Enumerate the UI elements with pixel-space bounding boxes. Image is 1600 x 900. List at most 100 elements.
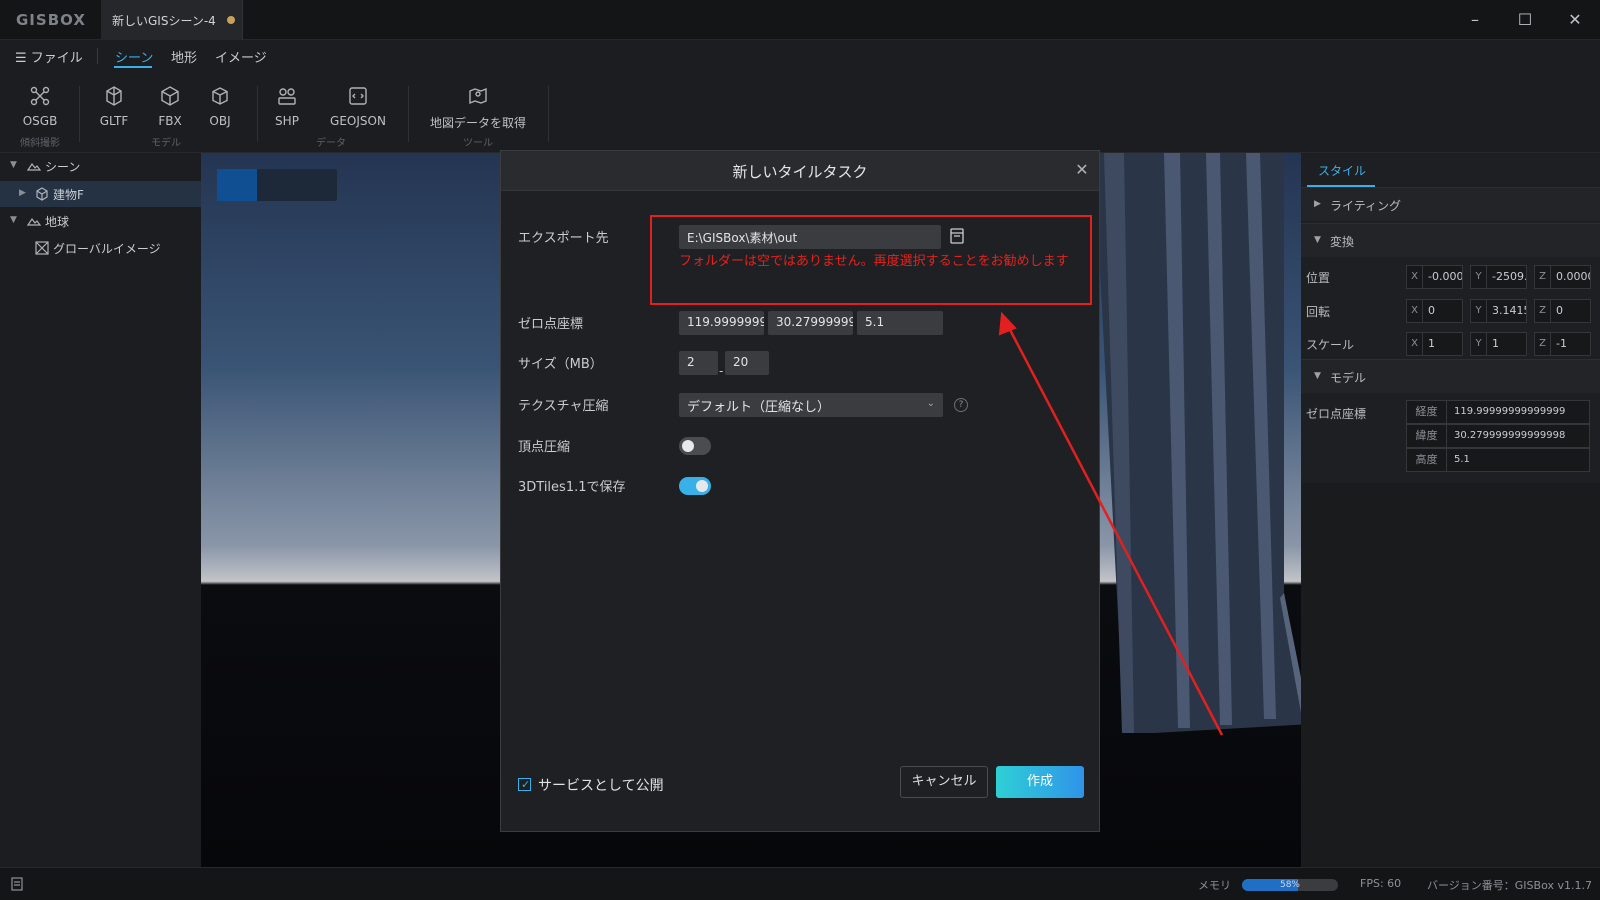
section-lighting[interactable]: ▶ ライティング bbox=[1301, 187, 1600, 221]
expand-arrow-icon[interactable]: ▼ bbox=[10, 215, 18, 225]
menu-image[interactable]: イメージ bbox=[215, 47, 267, 66]
menu-bar: ☰ ファイル シーン 地形 イメージ bbox=[0, 40, 1600, 70]
position-y-input[interactable]: Y -2509. bbox=[1470, 265, 1527, 289]
longitude-input[interactable]: 経度 119.99999999999999 bbox=[1406, 400, 1590, 424]
fbx-label: FBX bbox=[158, 114, 182, 128]
y-axis-label: Y bbox=[1471, 266, 1487, 288]
longitude-value: 119.99999999999999 bbox=[1454, 406, 1566, 417]
app-window: GISBOX 新しいGISシーン-4 – ☐ ✕ ☰ ファイル シーン 地形 イ… bbox=[0, 0, 1600, 900]
tree-item-global-image[interactable]: グローバルイメージ bbox=[0, 235, 201, 261]
expand-arrow-icon[interactable]: ▼ bbox=[10, 160, 18, 170]
scale-row: スケール X1 Y1 Z -1 bbox=[1301, 329, 1600, 359]
texture-compression-select[interactable]: デフォルト（圧縮なし） ⌄ bbox=[679, 393, 943, 417]
dialog-close-icon[interactable]: ✕ bbox=[1073, 161, 1091, 179]
scale-z-input[interactable]: Z -1 bbox=[1534, 332, 1591, 356]
expand-arrow-icon: ▼ bbox=[1314, 235, 1321, 245]
zero-point-x-input[interactable]: 119.99999999 bbox=[679, 311, 764, 335]
rotation-z-input[interactable]: Z0 bbox=[1534, 299, 1591, 323]
osgb-button[interactable]: OSGB bbox=[22, 84, 58, 128]
zero-point-y-input[interactable]: 30.27999999 bbox=[768, 311, 853, 335]
y-axis-label: Y bbox=[1471, 333, 1487, 355]
tree-item-building[interactable]: ▶ 建物F bbox=[0, 181, 201, 207]
size-label: サイズ（MB） bbox=[518, 357, 603, 372]
vertex-compression-toggle[interactable] bbox=[679, 437, 711, 455]
create-button[interactable]: 作成 bbox=[996, 766, 1084, 798]
section-model[interactable]: ▼ モデル bbox=[1301, 359, 1600, 393]
scale-x-input[interactable]: X1 bbox=[1406, 332, 1463, 356]
maximize-icon[interactable]: ☐ bbox=[1515, 10, 1535, 30]
position-z-input[interactable]: Z 0.0000 bbox=[1534, 265, 1591, 289]
publish-service-checkbox[interactable]: ✓ bbox=[518, 778, 531, 791]
menu-scene[interactable]: シーン bbox=[115, 47, 153, 66]
rotation-x-input[interactable]: X0 bbox=[1406, 299, 1463, 323]
section-transform-label: 変換 bbox=[1330, 235, 1355, 249]
collapse-arrow-icon: ▶ bbox=[1314, 199, 1321, 209]
x-axis-label: X bbox=[1407, 266, 1423, 288]
expand-arrow-icon: ▼ bbox=[1314, 371, 1321, 381]
toolbar-separator bbox=[79, 86, 80, 142]
gltf-button[interactable]: GLTF bbox=[96, 84, 132, 128]
longitude-label: 経度 bbox=[1407, 401, 1447, 423]
menu-file[interactable]: ☰ ファイル bbox=[15, 47, 83, 66]
rotation-y-input[interactable]: Y 3.14159 bbox=[1470, 299, 1527, 323]
memory-percent: 58% bbox=[1279, 880, 1300, 890]
obj-button[interactable]: OBJ bbox=[202, 84, 238, 128]
rotation-x-value: 0 bbox=[1428, 304, 1435, 317]
tree-item-scene-label: シーン bbox=[45, 160, 81, 174]
scene-tree-panel: ▼ シーン ▶ 建物F ▼ 地球 グローバルイメージ bbox=[0, 153, 201, 867]
image-icon bbox=[35, 241, 49, 255]
menu-scene-underline bbox=[114, 66, 152, 68]
rotation-y-value: 3.14159 bbox=[1492, 304, 1526, 317]
geojson-button[interactable]: GEOJSON bbox=[326, 84, 390, 128]
rotation-row: 回転 X0 Y3.14159 Z0 bbox=[1301, 296, 1600, 326]
zero-point-z-input[interactable]: 5.1 bbox=[857, 311, 943, 335]
minimize-icon[interactable]: – bbox=[1465, 10, 1485, 30]
size-max-input[interactable]: 20 bbox=[725, 351, 769, 375]
tree-item-scene[interactable]: ▼ シーン bbox=[0, 153, 201, 179]
fbx-icon bbox=[161, 86, 179, 106]
log-icon[interactable] bbox=[10, 877, 24, 891]
toolbar-separator bbox=[257, 86, 258, 142]
get-map-data-button[interactable]: 地図データを取得 bbox=[428, 84, 528, 131]
fbx-button[interactable]: FBX bbox=[152, 84, 188, 128]
map-data-icon bbox=[469, 87, 487, 105]
rotation-z-value: 0 bbox=[1556, 304, 1563, 317]
help-icon[interactable]: ? bbox=[954, 398, 968, 412]
size-range-dash: - bbox=[719, 364, 724, 378]
size-min-input[interactable]: 2 bbox=[679, 351, 718, 375]
publish-service-label[interactable]: サービスとして公開 bbox=[538, 775, 664, 795]
save-3dtiles-toggle[interactable] bbox=[679, 477, 711, 495]
shp-button[interactable]: SHP bbox=[269, 84, 305, 128]
scale-y-input[interactable]: Y1 bbox=[1470, 332, 1527, 356]
section-transform[interactable]: ▼ 変換 bbox=[1301, 223, 1600, 257]
earth-icon bbox=[27, 217, 41, 226]
tree-item-earth[interactable]: ▼ 地球 bbox=[0, 208, 201, 234]
collapse-arrow-icon[interactable]: ▶ bbox=[19, 188, 27, 198]
altitude-label: 高度 bbox=[1407, 449, 1447, 471]
position-x-input[interactable]: X -0.000 bbox=[1406, 265, 1463, 289]
latitude-input[interactable]: 緯度 30.279999999999998 bbox=[1406, 424, 1590, 448]
altitude-input[interactable]: 高度 5.1 bbox=[1406, 448, 1590, 472]
latitude-label: 緯度 bbox=[1407, 425, 1447, 447]
menu-terrain[interactable]: 地形 bbox=[171, 47, 197, 66]
tab-style[interactable]: スタイル bbox=[1318, 162, 1366, 179]
menu-separator bbox=[97, 48, 98, 64]
group-data-label: データ bbox=[316, 138, 346, 149]
close-window-icon[interactable]: ✕ bbox=[1565, 10, 1585, 30]
unsaved-dot-icon bbox=[227, 16, 235, 24]
properties-empty-area bbox=[1301, 483, 1600, 867]
geojson-label: GEOJSON bbox=[330, 114, 386, 128]
latitude-value: 30.279999999999998 bbox=[1454, 430, 1566, 441]
vertex-compression-label: 頂点圧縮 bbox=[518, 440, 571, 455]
model-cube-icon bbox=[36, 187, 48, 201]
viewport-overlay-widget[interactable] bbox=[217, 169, 337, 201]
x-axis-label: X bbox=[1407, 333, 1423, 355]
cancel-button[interactable]: キャンセル bbox=[900, 766, 988, 798]
document-tab[interactable]: 新しいGISシーン-4 bbox=[101, 0, 243, 40]
texture-compression-value: デフォルト（圧縮なし） bbox=[687, 400, 831, 415]
obj-label: OBJ bbox=[209, 114, 231, 128]
scale-label: スケール bbox=[1306, 338, 1355, 352]
zero-point-field-label: ゼロ点座標 bbox=[518, 317, 584, 332]
folder-not-empty-error: フォルダーは空ではありません。再度選択することをお勧めします bbox=[679, 254, 1069, 269]
osgb-icon bbox=[30, 86, 50, 106]
